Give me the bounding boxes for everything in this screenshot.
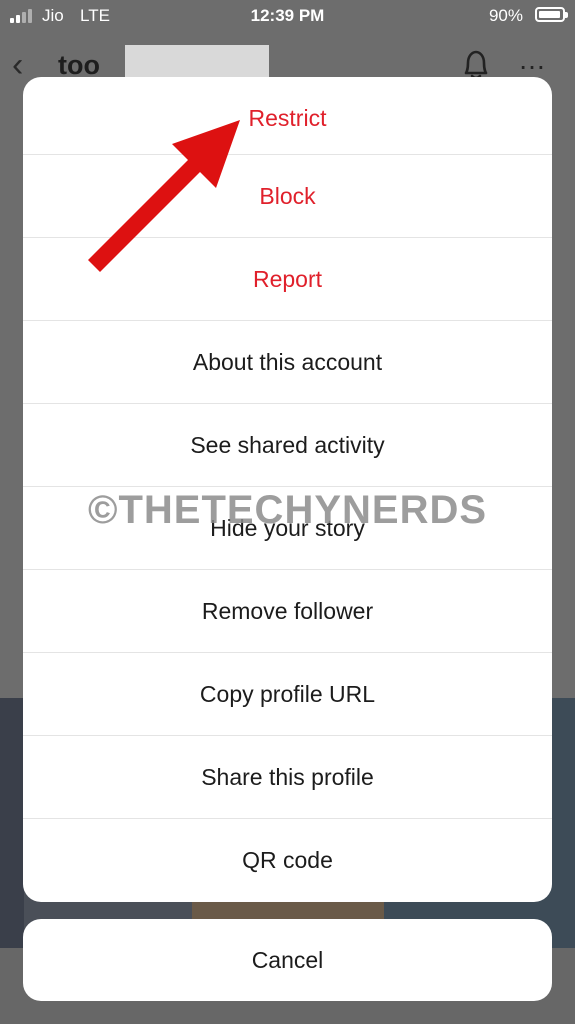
red-arrow-annotation (88, 120, 240, 272)
battery-icon (535, 7, 568, 22)
about-account-option[interactable]: About this account (23, 321, 552, 404)
qr-code-option[interactable]: QR code (23, 819, 552, 902)
battery-percent: 90% (488, 6, 523, 25)
hide-story-option[interactable]: Hide your story (23, 487, 552, 570)
see-shared-activity-option[interactable]: See shared activity (23, 404, 552, 487)
back-chevron-icon[interactable]: ‹ (12, 46, 23, 85)
cancel-button[interactable]: Cancel (23, 919, 552, 1001)
share-profile-option[interactable]: Share this profile (23, 736, 552, 819)
remove-follower-option[interactable]: Remove follower (23, 570, 552, 653)
status-bar: Jio LTE 12:39 PM 90% (0, 0, 575, 34)
more-options-icon[interactable]: … (518, 44, 547, 76)
copy-profile-url-option[interactable]: Copy profile URL (23, 653, 552, 736)
